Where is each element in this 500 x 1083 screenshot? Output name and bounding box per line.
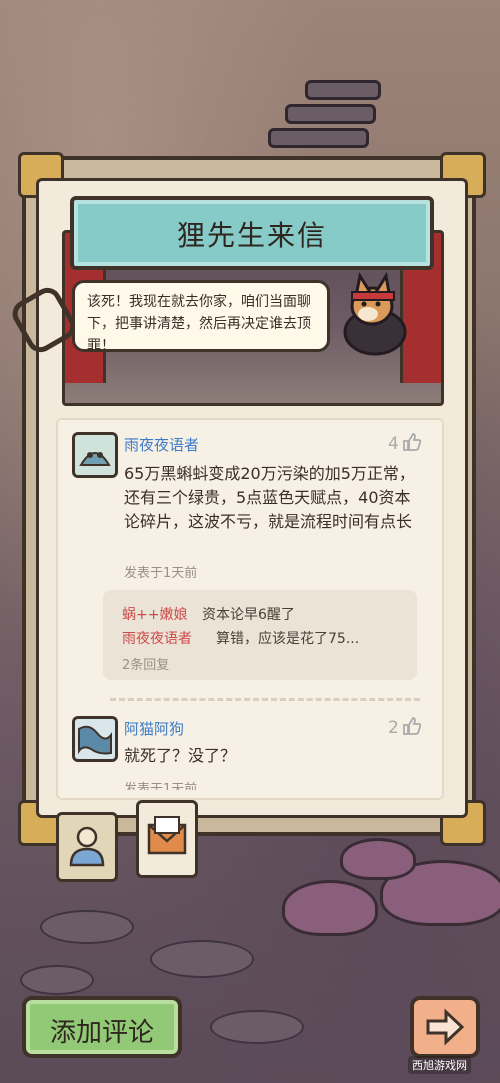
reply-username[interactable]: 雨夜夜语者	[122, 628, 192, 648]
add-comment-button[interactable]: 添加评论	[22, 996, 182, 1058]
reply-text: 算错，应该是花了75...	[216, 631, 360, 647]
tab-letter[interactable]	[136, 800, 198, 878]
stair-step	[268, 128, 369, 148]
comment-text: 就死了？没了？	[124, 746, 237, 765]
comment-text: 65万黑蝌蚪变成20万污染的加5万正常，还有三个绿贵，5点蓝色天赋点，40资本论…	[124, 464, 415, 531]
reply-username[interactable]: 蜗++嫩娘	[122, 604, 187, 624]
stone-decoration	[40, 910, 134, 944]
stone-decoration	[210, 1010, 304, 1044]
shiba-dog-character	[343, 271, 407, 356]
comment-time: 发表于1天前	[124, 566, 198, 581]
stone-decoration	[150, 940, 254, 978]
tab-profile[interactable]	[56, 812, 118, 882]
comment-username[interactable]: 阿猫阿狗	[124, 718, 184, 739]
mushroom-decoration	[340, 838, 416, 880]
reply-text: 资本论早6醒了	[202, 607, 295, 623]
map-avatar-icon	[75, 719, 115, 759]
page-title: 狸先生来信	[176, 219, 327, 252]
avatar[interactable]	[72, 432, 118, 478]
avatar[interactable]	[72, 716, 118, 762]
comment-divider	[110, 698, 420, 701]
frog-avatar-icon	[75, 435, 115, 475]
envelope-icon	[147, 816, 187, 855]
arrow-right-icon	[426, 1008, 465, 1046]
watermark: 西旭游戏网	[408, 1056, 471, 1074]
title-banner: 狸先生来信	[70, 196, 434, 270]
like-count: 2	[388, 718, 399, 738]
thumbs-up-icon[interactable]	[402, 432, 422, 452]
thumbs-up-icon[interactable]	[402, 716, 422, 736]
mushroom-decoration	[282, 880, 378, 936]
stair-step	[305, 80, 381, 100]
like-count: 4	[388, 434, 399, 454]
comment-username[interactable]: 雨夜夜语者	[124, 434, 199, 455]
comment-time: 发表于1天前	[124, 782, 198, 790]
add-comment-label: 添加评论	[49, 1018, 154, 1048]
stair-step	[285, 104, 376, 124]
stone-decoration	[20, 965, 94, 995]
reply-count-link[interactable]: 2条回复	[122, 654, 169, 673]
speech-bubble: 该死！我现在就去你家，咱们当面聊下，把事讲清楚，然后再决定谁去顶罪！	[72, 280, 330, 354]
next-button[interactable]	[410, 996, 480, 1058]
person-icon	[69, 826, 105, 867]
